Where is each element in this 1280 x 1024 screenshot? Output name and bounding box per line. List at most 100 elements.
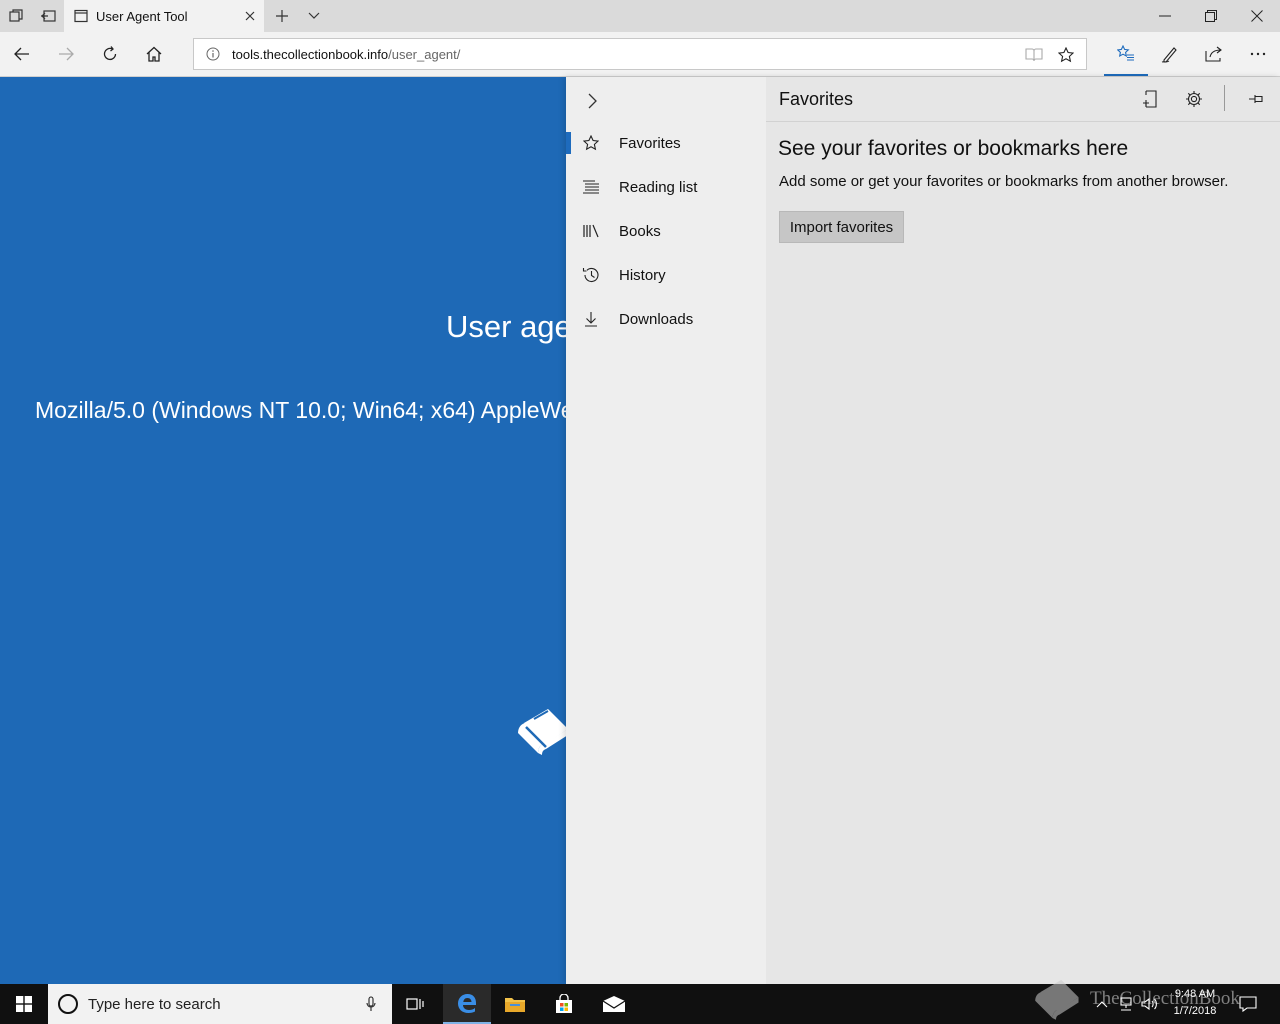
title-bar: User Agent Tool [0, 0, 1280, 32]
info-icon[interactable] [206, 47, 220, 61]
volume-button[interactable] [1140, 994, 1160, 1014]
home-icon [146, 46, 162, 62]
url-path: /user_agent/ [388, 46, 461, 62]
chevron-down-icon [308, 12, 320, 19]
add-folder-button[interactable] [1138, 87, 1162, 111]
favorites-hub-icon [1117, 45, 1134, 61]
pin-hub-button[interactable] [1244, 87, 1268, 111]
start-button[interactable] [0, 984, 48, 1024]
microphone-icon[interactable] [366, 996, 376, 1012]
restore-icon [1205, 10, 1217, 22]
tab-preview-button[interactable] [0, 0, 32, 32]
tab-preview-icon [9, 9, 23, 22]
favorites-settings-button[interactable] [1182, 87, 1206, 111]
minimize-button[interactable] [1142, 0, 1188, 32]
taskbar-edge-button[interactable] [443, 984, 491, 1024]
store-button[interactable] [540, 984, 588, 1024]
arrow-left-icon [14, 47, 29, 61]
page-icon [74, 9, 88, 23]
tab-user-agent-tool[interactable]: User Agent Tool [64, 0, 264, 32]
close-tab-button[interactable] [242, 8, 258, 24]
gear-icon [1186, 91, 1202, 107]
clock-time[interactable]: 9:48 AM [1165, 988, 1225, 1000]
hub-item-label: Favorites [619, 134, 681, 152]
favorites-pane: Favorites See your favorites or bookmark… [766, 77, 1280, 984]
hub-item-reading-list[interactable]: Reading list [566, 165, 766, 209]
close-icon [1251, 10, 1263, 22]
action-center-button[interactable] [1238, 994, 1258, 1014]
network-icon [1120, 997, 1132, 1011]
empty-state-description: Add some or get your favorites or bookma… [779, 173, 1229, 190]
hub-item-downloads[interactable]: Downloads [566, 297, 766, 341]
minimize-icon [1159, 15, 1171, 17]
hub-navigation: Favorites Reading list Books History Dow… [566, 77, 766, 984]
tab-title: User Agent Tool [96, 8, 188, 24]
page-heading: User age [446, 309, 566, 344]
taskbar: Type here to search TheCollectionBook 9:… [0, 979, 1280, 1024]
mail-button[interactable] [590, 984, 638, 1024]
header-divider [1224, 85, 1225, 111]
share-button[interactable] [1192, 32, 1236, 76]
hub-favorites-button[interactable] [1104, 32, 1148, 76]
book-logo-icon [512, 705, 566, 757]
speaker-icon [1141, 997, 1157, 1011]
back-button[interactable] [0, 32, 44, 76]
store-icon [556, 994, 572, 1013]
history-icon [582, 266, 600, 284]
reading-view-button[interactable] [1024, 45, 1044, 65]
windows-logo-icon [16, 996, 32, 1012]
cortana-icon [58, 994, 78, 1014]
star-icon [582, 134, 600, 152]
clock-date[interactable]: 1/7/2018 [1165, 1005, 1225, 1017]
restore-button[interactable] [1188, 0, 1234, 32]
web-page-content: User age Mozilla/5.0 (Windows NT 10.0; W… [0, 77, 566, 984]
share-icon [1205, 46, 1222, 62]
star-icon [1058, 47, 1074, 63]
set-aside-icon [41, 10, 56, 22]
folder-icon [505, 998, 525, 1012]
show-hidden-icons-button[interactable] [1092, 994, 1112, 1014]
close-window-button[interactable] [1234, 0, 1280, 32]
new-folder-icon [1143, 90, 1157, 108]
chevron-up-icon [1096, 1001, 1108, 1008]
hub-item-label: Books [619, 222, 661, 240]
set-aside-tabs-button[interactable] [32, 0, 64, 32]
import-favorites-button[interactable]: Import favorites [779, 211, 904, 243]
download-icon [582, 310, 600, 328]
network-button[interactable] [1116, 994, 1136, 1014]
plus-icon [276, 10, 288, 22]
pin-icon [1249, 95, 1263, 103]
web-note-button[interactable] [1148, 32, 1192, 76]
hub-item-label: History [619, 266, 666, 284]
address-bar[interactable]: tools.thecollectionbook.info/user_agent/ [193, 38, 1087, 70]
home-button[interactable] [132, 32, 176, 76]
reading-list-icon [582, 178, 600, 196]
notification-icon [1239, 996, 1257, 1012]
empty-state-title: See your favorites or bookmarks here [778, 137, 1129, 160]
forward-button[interactable] [44, 32, 88, 76]
tab-list-button[interactable] [300, 0, 328, 32]
collapse-hub-button[interactable] [580, 89, 604, 113]
new-tab-button[interactable] [268, 0, 296, 32]
file-explorer-button[interactable] [491, 984, 539, 1024]
hub-item-favorites[interactable]: Favorites [566, 121, 766, 165]
hub-item-label: Reading list [619, 178, 698, 196]
add-favorite-button[interactable] [1056, 45, 1076, 65]
close-icon [245, 11, 255, 21]
hub-panel: Favorites Reading list Books History Dow… [566, 77, 1280, 984]
refresh-button[interactable] [88, 32, 132, 76]
search-placeholder: Type here to search [88, 995, 221, 1013]
pen-icon [1161, 47, 1177, 63]
hub-title: Favorites [779, 89, 854, 109]
task-view-button[interactable] [392, 984, 440, 1024]
task-view-icon [406, 998, 424, 1010]
books-icon [582, 222, 600, 240]
ellipsis-icon [1250, 52, 1266, 56]
hub-item-history[interactable]: History [566, 253, 766, 297]
url-host: tools.thecollectionbook.info [232, 46, 389, 62]
hub-item-books[interactable]: Books [566, 209, 766, 253]
more-settings-button[interactable] [1236, 32, 1280, 76]
taskbar-search-box[interactable]: Type here to search [48, 984, 392, 1024]
mail-icon [602, 996, 626, 1012]
arrow-right-icon [59, 47, 74, 61]
